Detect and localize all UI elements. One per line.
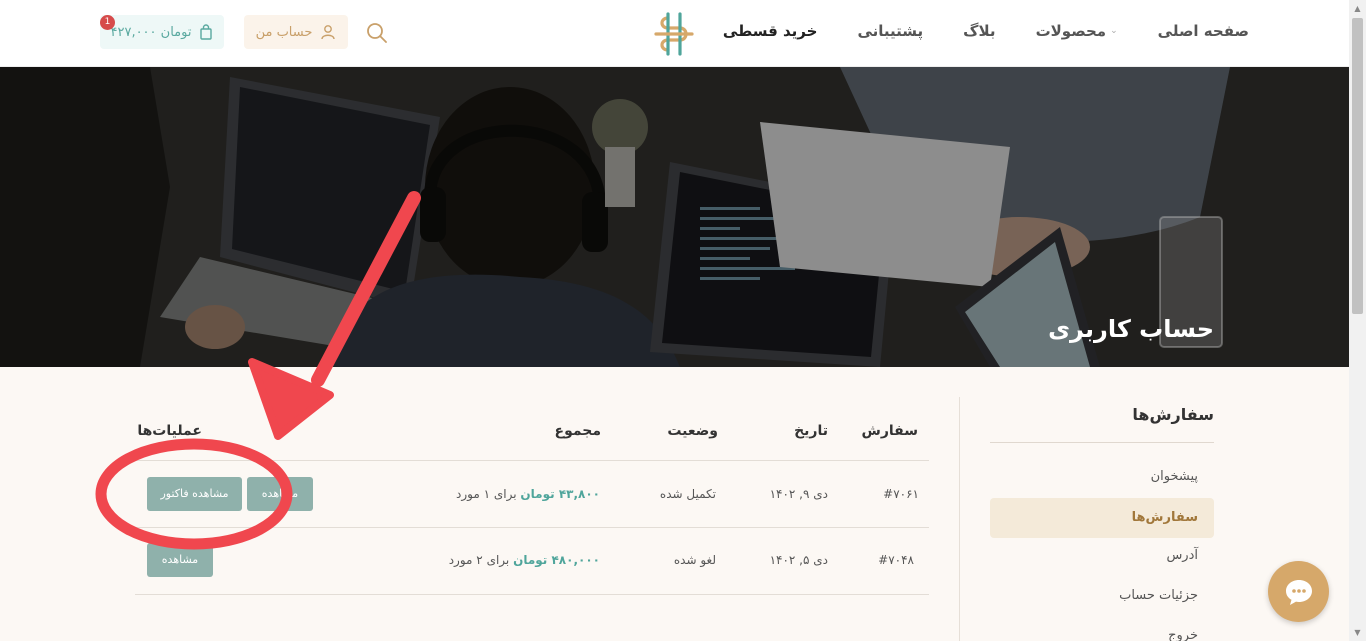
- scroll-down-arrow-icon[interactable]: ▼: [1349, 624, 1366, 641]
- cart-total: ۴۲۷,۰۰۰ تومان: [110, 24, 192, 40]
- cart-count-badge: 1: [100, 15, 115, 30]
- order-number[interactable]: #۷۰۶۱: [883, 487, 919, 501]
- page-scrollbar[interactable]: ▲ ▼: [1349, 0, 1366, 641]
- column-order: سفارش: [861, 423, 918, 439]
- page-title: حساب کاربری: [1048, 315, 1214, 343]
- view-order-button[interactable]: مشاهده: [147, 543, 213, 577]
- sidebar-item-logout[interactable]: خروج: [990, 616, 1214, 641]
- nav-installment[interactable]: خرید قسطی: [723, 22, 818, 40]
- order-date: دی ۵, ۱۴۰۲: [769, 553, 828, 567]
- scroll-up-arrow-icon[interactable]: ▲: [1349, 0, 1366, 17]
- nav-blog[interactable]: بلاگ: [963, 22, 995, 40]
- search-icon[interactable]: [364, 20, 390, 46]
- main-nav: صفحه اصلی محصولات ⌄ بلاگ پشتیبانی خرید قس…: [723, 0, 1249, 62]
- sidebar-item-orders[interactable]: سفارش‌ها: [990, 498, 1214, 538]
- view-order-button[interactable]: مشاهده: [247, 477, 313, 511]
- column-total: مجموع: [554, 423, 601, 439]
- chevron-down-icon: ⌄: [1110, 26, 1118, 36]
- order-date: دی ۹, ۱۴۰۲: [769, 487, 828, 501]
- order-number[interactable]: #۷۰۴۸: [878, 553, 914, 567]
- site-header: صفحه اصلی محصولات ⌄ بلاگ پشتیبانی خرید قس…: [0, 0, 1349, 67]
- nav-products-label: محصولات: [1035, 22, 1107, 40]
- nav-home[interactable]: صفحه اصلی: [1158, 22, 1249, 40]
- order-total: ۴۸۰,۰۰۰ تومان برای ۲ مورد: [449, 553, 600, 567]
- column-date: تاریخ: [794, 423, 828, 439]
- my-account-label: حساب من: [255, 24, 313, 40]
- table-header-rule: [135, 460, 929, 461]
- shopping-bag-icon: [200, 24, 213, 40]
- sidebar-rule: [990, 442, 1214, 443]
- nav-support[interactable]: پشتیبانی: [857, 22, 923, 40]
- my-account-button[interactable]: حساب من: [244, 15, 348, 49]
- order-status: لغو شده: [673, 553, 716, 567]
- table-row-rule: [135, 527, 929, 528]
- cart-button[interactable]: ۴۲۷,۰۰۰ تومان: [100, 15, 224, 49]
- sidebar-divider: [959, 397, 960, 641]
- order-status: تکمیل شده: [659, 487, 716, 501]
- order-total: ۴۳,۸۰۰ تومان برای ۱ مورد: [456, 487, 600, 501]
- sidebar-item-dashboard[interactable]: پیشخوان: [990, 457, 1214, 497]
- column-actions: عملیات‌ها: [137, 423, 202, 439]
- scroll-thumb[interactable]: [1352, 18, 1363, 314]
- view-invoice-button[interactable]: مشاهده فاکتور: [147, 477, 242, 511]
- order-amount: ۴۸۰,۰۰۰ تومان: [513, 553, 600, 567]
- sidebar-item-account-details[interactable]: جزئیات حساب: [990, 576, 1214, 616]
- chat-support-button[interactable]: [1268, 561, 1329, 622]
- sidebar-item-address[interactable]: آدرس: [990, 536, 1214, 576]
- column-status: وضعیت: [667, 423, 718, 439]
- nav-products[interactable]: محصولات ⌄: [1036, 22, 1118, 40]
- table-row-rule: [135, 594, 929, 595]
- order-quantity: برای ۲ مورد: [448, 553, 510, 567]
- user-icon: [321, 25, 336, 40]
- order-quantity: برای ۱ مورد: [456, 487, 517, 501]
- order-amount: ۴۳,۸۰۰ تومان: [520, 487, 600, 501]
- chat-icon: [1285, 579, 1312, 605]
- hero-banner: حساب کاربری: [0, 67, 1349, 367]
- site-logo[interactable]: [650, 10, 698, 58]
- sidebar-title: سفارش‌ها: [1132, 405, 1214, 424]
